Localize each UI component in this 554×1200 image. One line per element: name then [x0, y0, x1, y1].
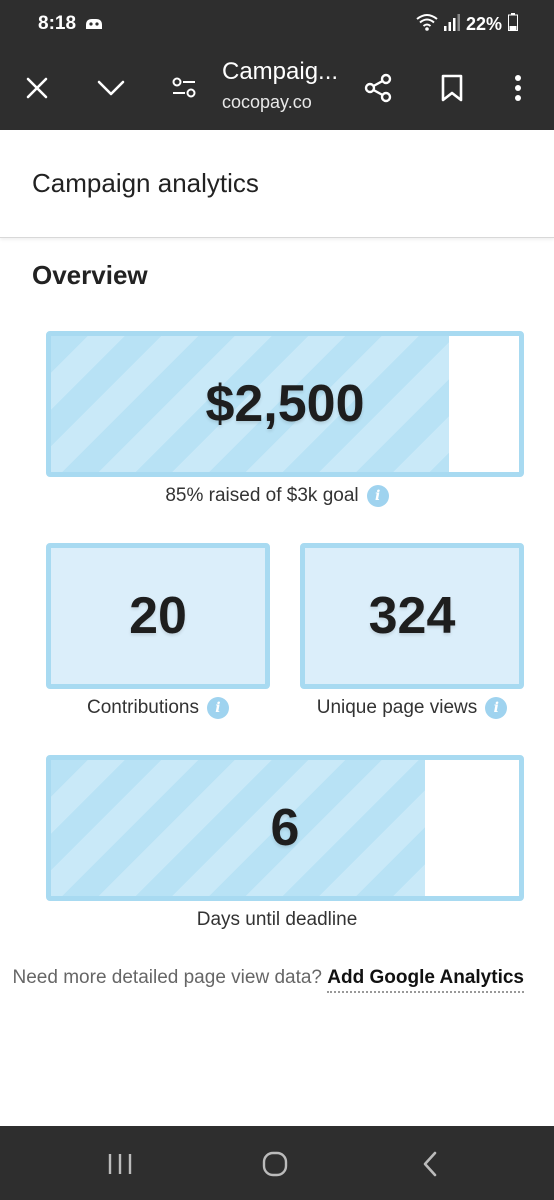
page-title: Campaign analytics — [32, 168, 259, 198]
page-settings-icon[interactable] — [162, 66, 206, 110]
page-views-card: 324 — [300, 543, 524, 689]
amount-raised-caption: 85% raised of $3k goal i — [0, 485, 554, 507]
recent-apps-icon[interactable] — [100, 1144, 140, 1184]
signal-icon — [443, 13, 460, 36]
amount-raised-caption-text: 85% raised of $3k goal — [165, 485, 359, 506]
contributions-caption-text: Contributions — [87, 697, 199, 718]
system-nav-bar — [0, 1126, 554, 1200]
add-google-analytics-link[interactable]: Add Google Analytics — [327, 967, 524, 993]
contributions-value: 20 — [129, 587, 187, 645]
chevron-down-icon[interactable] — [89, 66, 133, 110]
page-views-caption-text: Unique page views — [316, 697, 478, 718]
battery-icon — [508, 13, 518, 36]
status-bar: 8:18 22% — [0, 0, 554, 50]
info-icon[interactable]: i — [366, 485, 389, 507]
page-views-caption: Unique page views i — [300, 697, 524, 719]
wifi-icon — [416, 13, 438, 36]
back-icon[interactable] — [410, 1144, 450, 1184]
page-url: cocopay.co — [222, 92, 312, 112]
deadline-value: 6 — [270, 799, 300, 857]
section-title: Overview — [32, 260, 148, 290]
amount-raised-card: $2,500 — [46, 331, 524, 477]
page-views-value: 324 — [368, 587, 456, 645]
page-tab-title: Campaig... — [222, 58, 339, 85]
more-icon[interactable] — [496, 66, 540, 110]
deadline-caption: Days until deadline — [0, 909, 554, 931]
page-header: Campaign analytics — [0, 130, 554, 238]
home-icon[interactable] — [255, 1144, 295, 1184]
contributions-card: 20 — [46, 543, 270, 689]
close-icon[interactable] — [15, 66, 59, 110]
contributions-caption: Contributions i — [46, 697, 270, 719]
google-analytics-prompt: Need more detailed page view data? Add G… — [12, 967, 524, 993]
info-icon[interactable]: i — [206, 697, 229, 719]
amount-raised-value: $2,500 — [205, 375, 365, 433]
deadline-caption-text: Days until deadline — [196, 909, 358, 930]
bookmark-icon[interactable] — [430, 66, 474, 110]
deadline-card: 6 — [46, 755, 524, 901]
google-analytics-prompt-text: Need more detailed page view data? — [12, 967, 322, 988]
share-icon[interactable] — [356, 66, 400, 110]
app-notification-icon — [84, 15, 104, 33]
status-time: 8:18 — [38, 13, 77, 34]
info-icon[interactable]: i — [485, 697, 508, 719]
battery-level: 22% — [465, 14, 502, 34]
browser-toolbar: Campaig... cocopay.co — [0, 50, 554, 130]
